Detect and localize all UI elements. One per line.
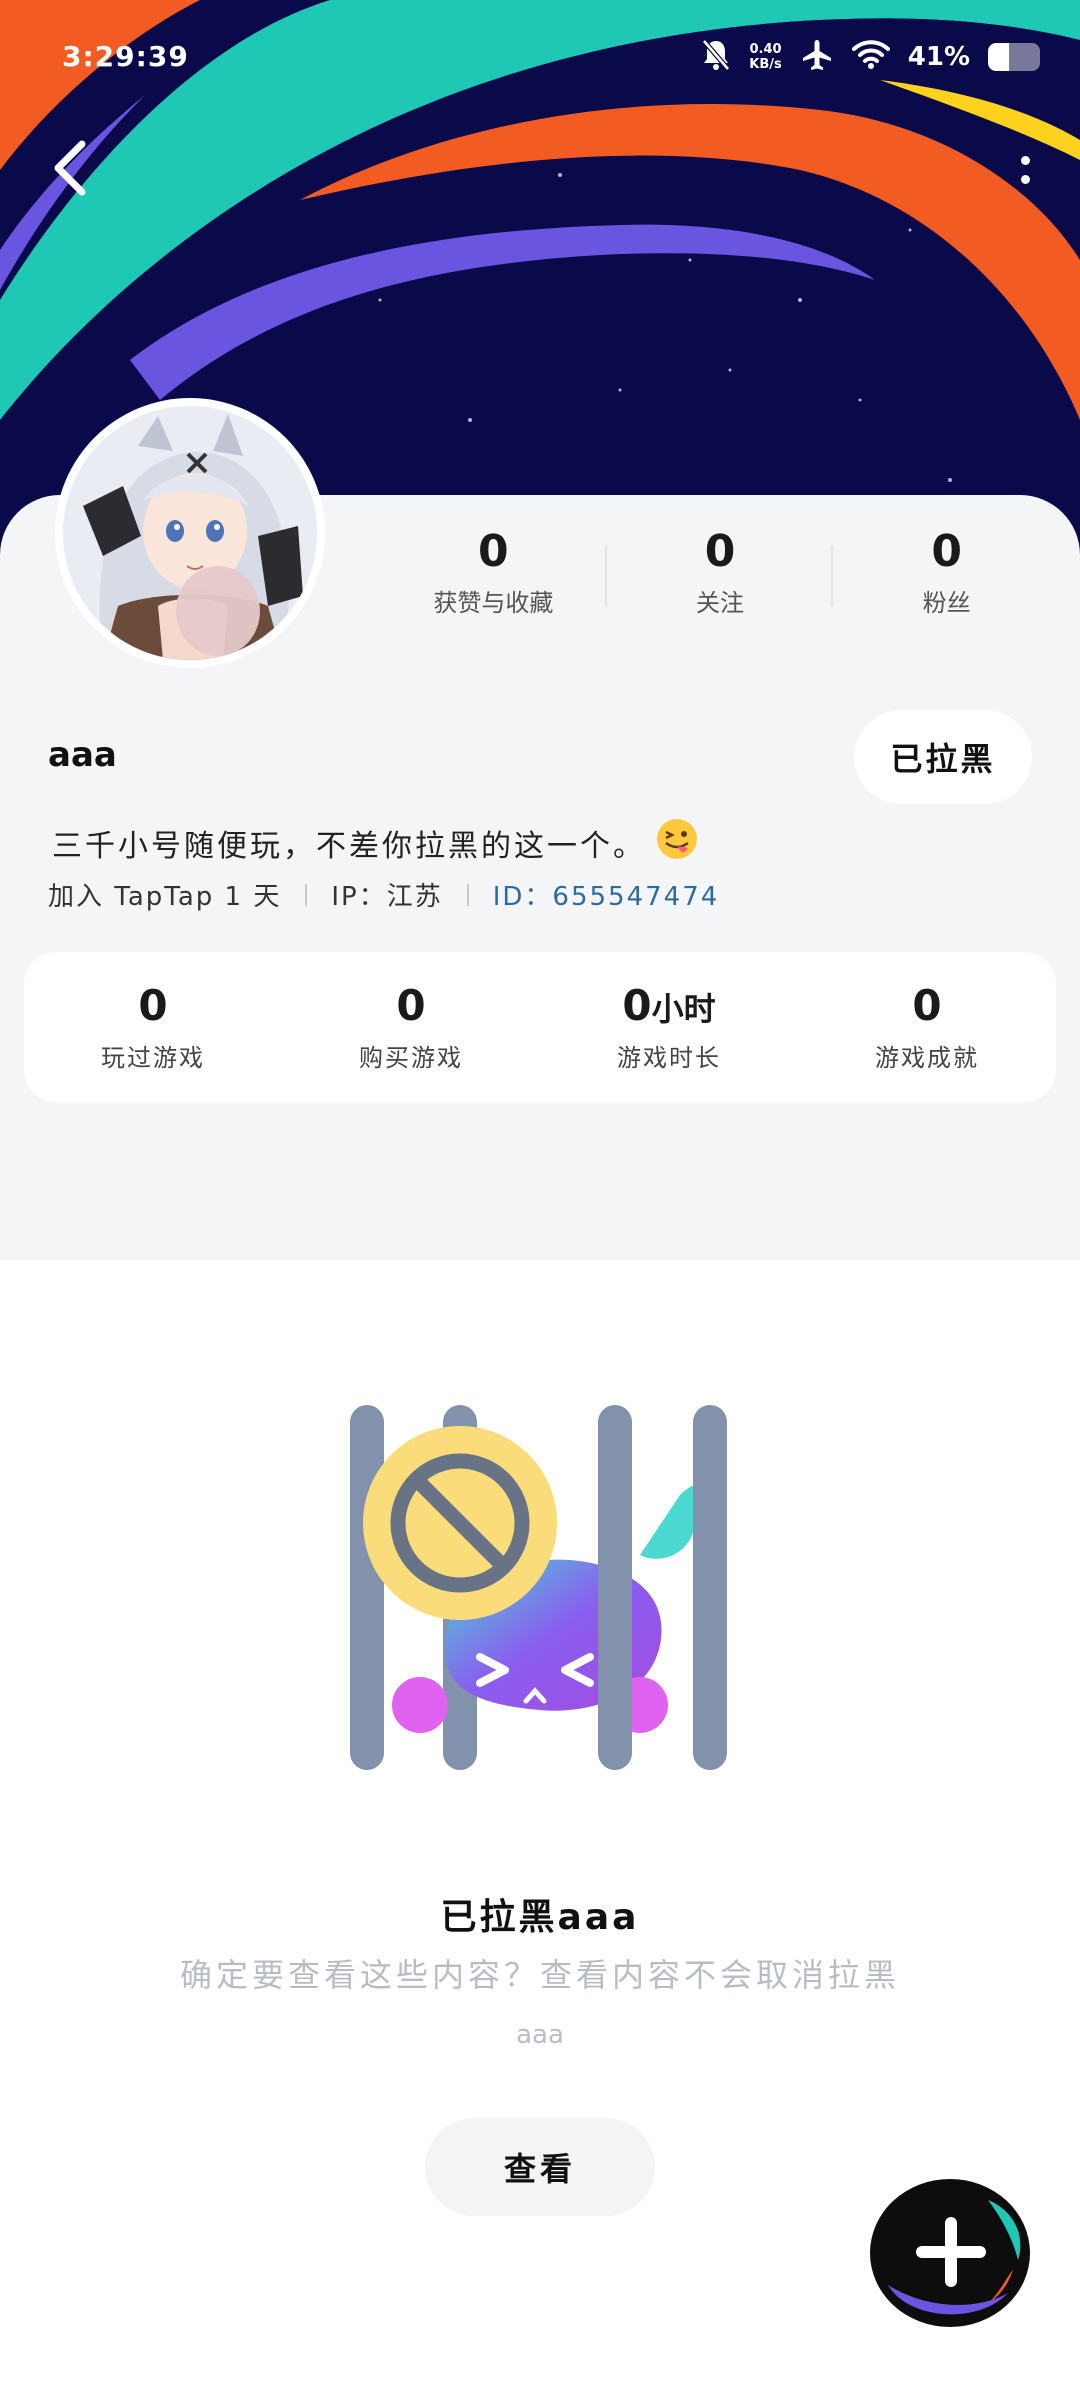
status-time: 3:29:39 <box>62 40 189 73</box>
stat-label: 游戏时长 <box>617 1044 721 1072</box>
blocked-description-name: aaa <box>516 2020 564 2050</box>
more-options-button[interactable] <box>1000 135 1050 205</box>
divider <box>305 883 308 906</box>
blocked-title: 已拉黑aaa <box>440 1897 640 1938</box>
stat-label: 购买游戏 <box>359 1044 463 1072</box>
net-speed-value: 0.40 <box>749 42 782 57</box>
stat-games-purchased[interactable]: 0 购买游戏 <box>282 981 540 1073</box>
network-speed: 0.40 KB/s <box>749 42 781 72</box>
stat-value: 0 <box>912 981 942 1030</box>
ip-location: IP：江苏 <box>331 882 443 912</box>
stat-likes-favorites[interactable]: 0 获赞与收藏 <box>380 525 607 625</box>
stat-following[interactable]: 0 关注 <box>607 525 834 625</box>
stat-label: 获赞与收藏 <box>433 589 554 617</box>
divider <box>466 883 469 906</box>
stat-label: 粉丝 <box>922 589 971 617</box>
battery-fill <box>988 43 1010 71</box>
blocked-toggle-button[interactable]: 已拉黑 <box>854 710 1032 804</box>
view-content-button[interactable]: 查看 <box>425 2118 655 2216</box>
profile-page: 3:29:39 0.40 KB/s 41% 0 获赞与收藏 0 关注 0 粉丝 … <box>0 0 1080 2400</box>
avatar-image <box>63 406 317 660</box>
stat-value: 0 <box>396 981 426 1030</box>
stat-followers[interactable]: 0 粉丝 <box>833 525 1060 625</box>
airplane-icon <box>800 38 834 76</box>
blocked-illustration <box>340 1395 740 1775</box>
user-id[interactable]: ID：655547474 <box>493 876 720 913</box>
stat-value: 0小时 <box>622 981 716 1030</box>
stat-label: 关注 <box>696 589 744 617</box>
stat-label: 游戏成就 <box>875 1044 979 1072</box>
profile-meta: 加入 TapTap 1 天 IP：江苏 ID：655547474 <box>48 876 719 913</box>
game-stats-card: 0 玩过游戏 0 购买游戏 0小时 游戏时长 0 游戏成就 <box>24 952 1056 1102</box>
stat-value: 0 <box>138 981 168 1030</box>
stat-value: 0 <box>478 526 509 577</box>
tongue-emoji-icon <box>656 818 698 868</box>
back-button[interactable] <box>40 128 100 208</box>
stat-value: 0 <box>704 526 736 577</box>
bell-muted-icon <box>701 38 731 76</box>
battery-percent: 41% <box>907 42 970 72</box>
stat-value: 0 <box>931 526 962 577</box>
more-dot-icon <box>1020 175 1030 184</box>
bio: 三千小号随便玩，不差你拉黑的这一个。 <box>52 818 698 868</box>
more-dot-icon <box>1020 156 1030 165</box>
avatar[interactable] <box>55 398 325 668</box>
stat-achievements[interactable]: 0 游戏成就 <box>798 981 1056 1073</box>
stat-play-time[interactable]: 0小时 游戏时长 <box>540 981 798 1073</box>
social-stats: 0 获赞与收藏 0 关注 0 粉丝 <box>380 525 1060 625</box>
username: aaa <box>48 735 117 775</box>
wifi-icon <box>851 39 890 75</box>
create-post-button[interactable] <box>868 2175 1033 2330</box>
bio-text: 三千小号随便玩，不差你拉黑的这一个。 <box>52 829 646 864</box>
stat-games-played[interactable]: 0 玩过游戏 <box>24 981 282 1073</box>
chevron-left-icon <box>54 140 86 196</box>
plus-icon <box>870 2179 1030 2327</box>
status-bar: 3:29:39 0.40 KB/s 41% <box>0 0 1080 120</box>
battery-icon <box>988 43 1040 71</box>
joined-text: 加入 TapTap 1 天 <box>48 882 282 912</box>
blocked-description: 确定要查看这些内容？查看内容不会取消拉黑 <box>179 1956 900 1994</box>
stat-label: 玩过游戏 <box>101 1044 205 1072</box>
status-icons: 0.40 KB/s 41% <box>701 38 1040 76</box>
net-speed-unit: KB/s <box>749 57 782 72</box>
